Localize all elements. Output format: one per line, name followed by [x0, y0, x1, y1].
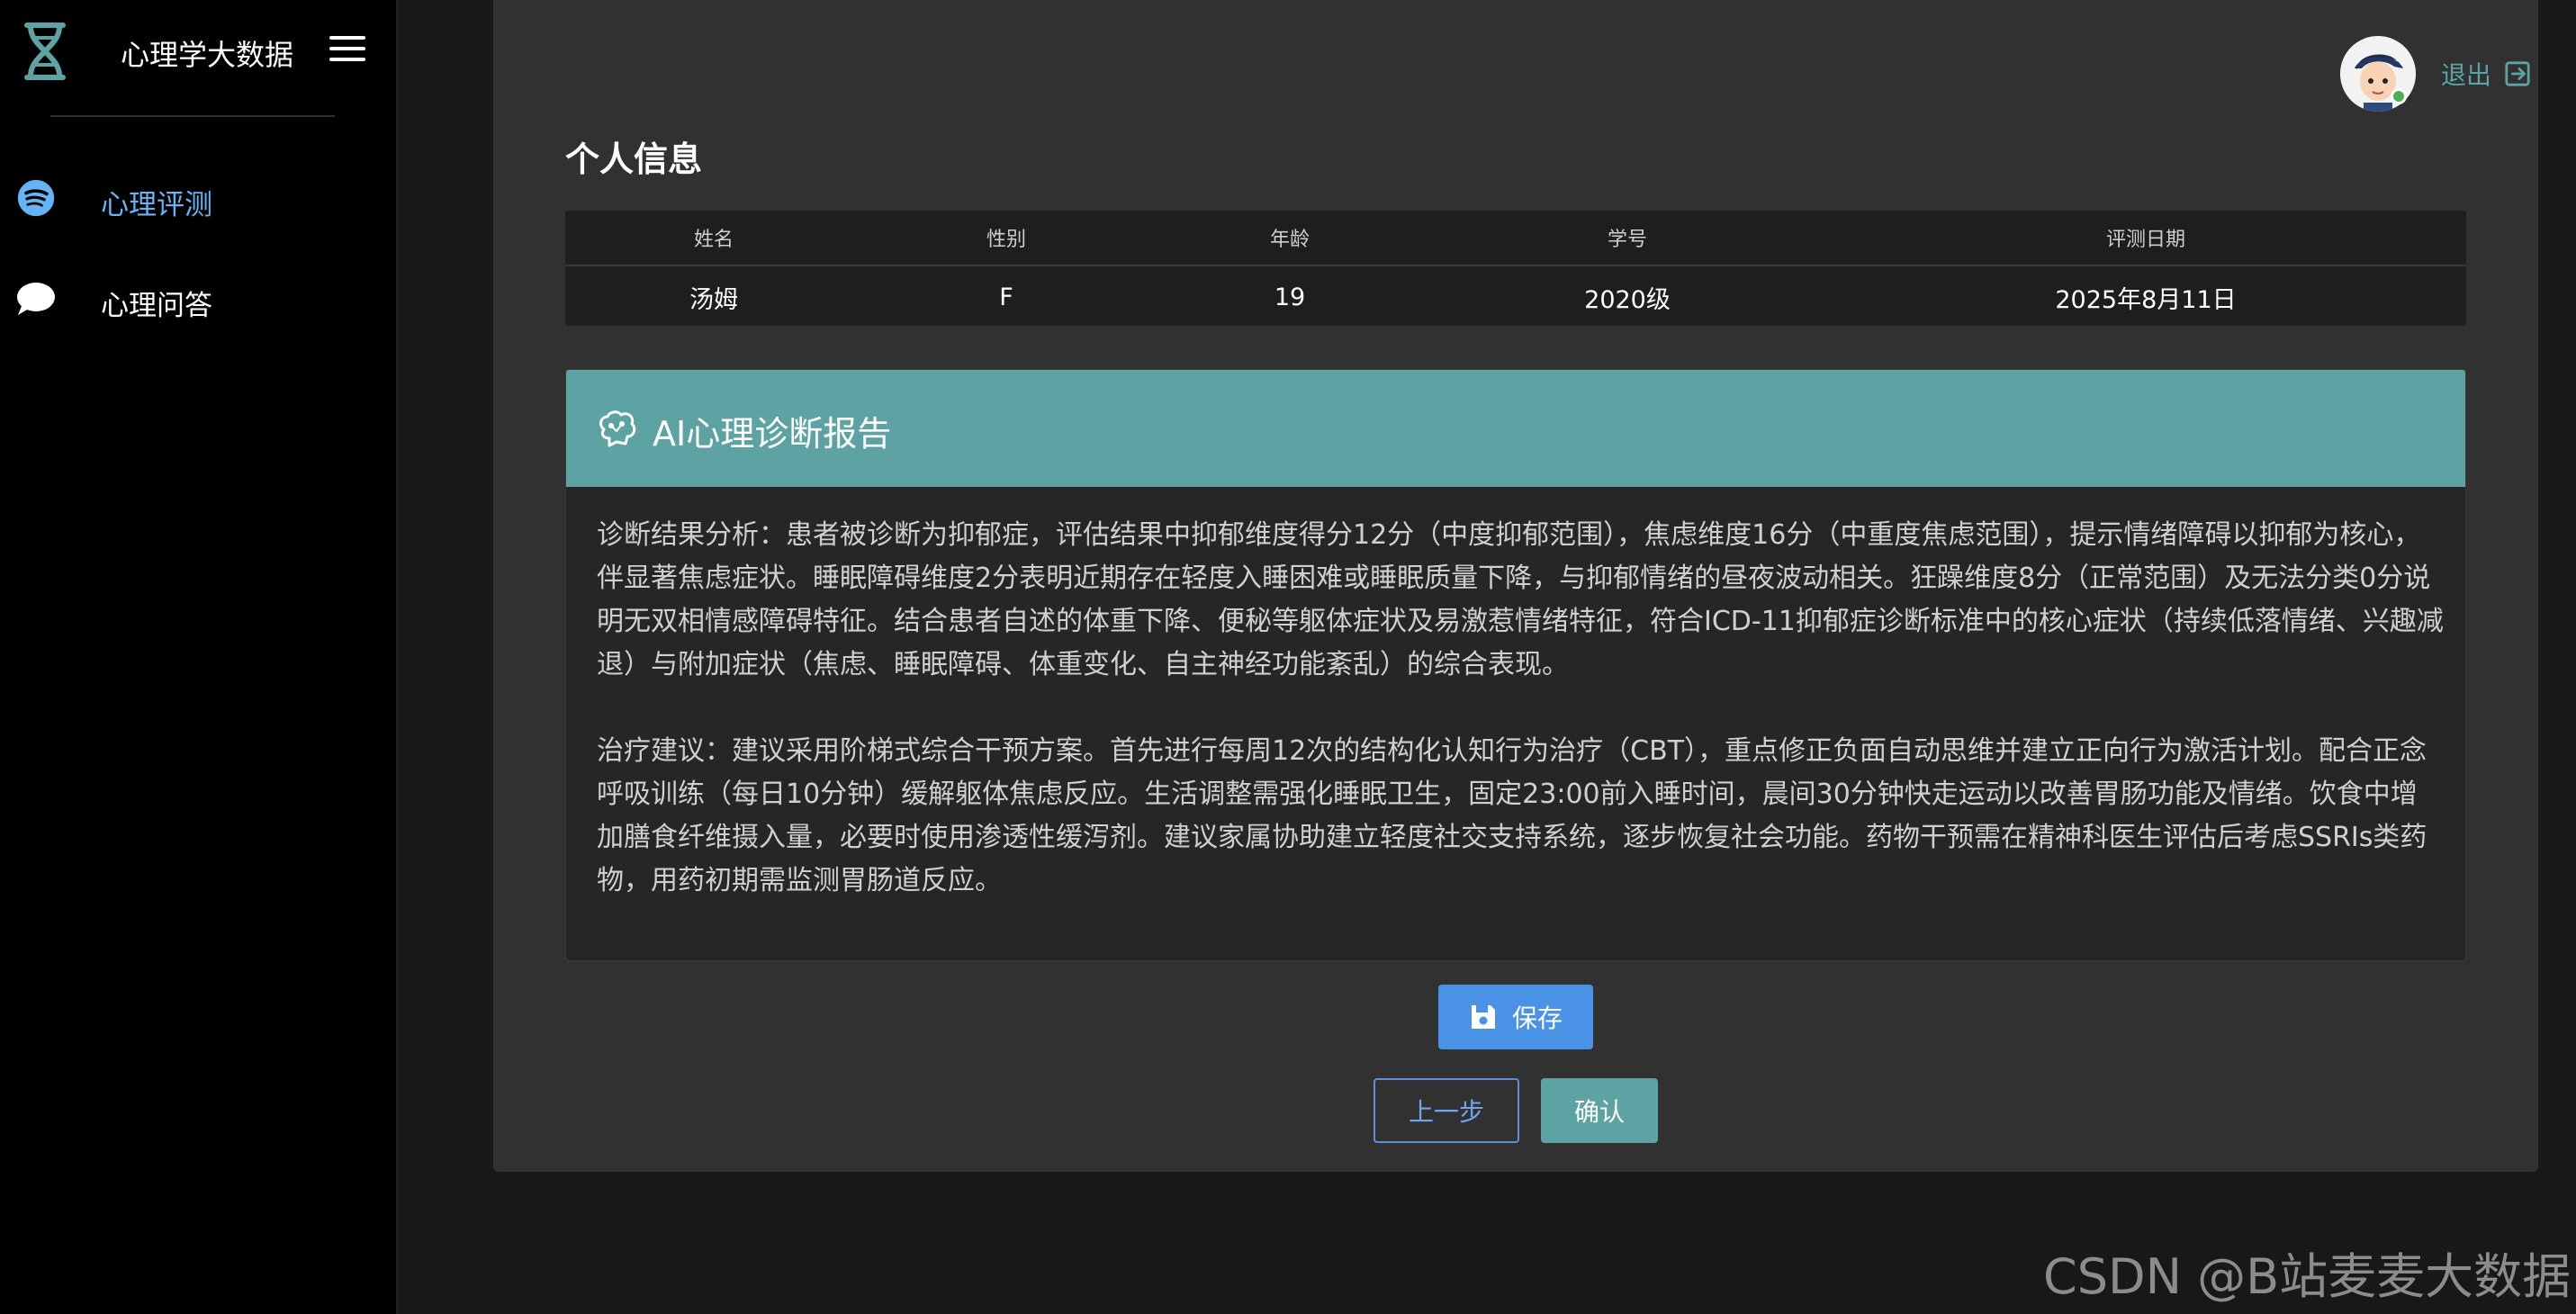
table-cell-name: 汤姆: [689, 285, 738, 314]
menu-line: [329, 47, 365, 50]
brand: 心理学大数据: [0, 0, 398, 106]
section-title-personal-info: 个人信息: [565, 140, 703, 179]
table-cell-date: 2025年8月11日: [2055, 285, 2237, 314]
watermark-text: CSDN @B站麦麦大数据: [2043, 1248, 2571, 1305]
sidebar-item-qa[interactable]: 心理问答: [0, 263, 398, 335]
logout-icon: [2505, 61, 2530, 86]
table-cell-gender: F: [999, 283, 1013, 311]
column-header: 姓名: [693, 229, 734, 251]
table-row: 汤姆 F 19 2020级 2025年8月11日: [565, 268, 2466, 326]
column-header: 性别: [986, 229, 1026, 251]
previous-step-button[interactable]: 上一步: [1374, 1078, 1519, 1143]
brand-title: 心理学大数据: [121, 38, 294, 72]
table-cell-age: 19: [1274, 283, 1306, 311]
save-label: 保存: [1511, 1004, 1563, 1033]
floppy-disk-icon: [1471, 1005, 1495, 1029]
report-paragraph-diagnosis: 诊断结果分析：患者被诊断为抑郁症，评估结果中抑郁维度得分12分（中度抑郁范围），…: [597, 519, 2444, 680]
column-header: 评测日期: [2105, 229, 2185, 251]
ai-report-card: AI心理诊断报告 诊断结果分析：患者被诊断为抑郁症，评估结果中抑郁维度得分12分…: [565, 369, 2466, 961]
online-status-dot: [2391, 88, 2407, 104]
save-button[interactable]: 保存: [1438, 985, 1593, 1049]
report-paragraph-treatment: 治疗建议：建议采用阶梯式综合干预方案。首先进行每周12次的结构化认知行为治疗（C…: [597, 735, 2427, 896]
table-header-row: 姓名 性别 年龄 学号 评测日期: [565, 211, 2466, 266]
logout-button[interactable]: 退出: [2441, 56, 2531, 92]
chat-bubble-icon: [17, 283, 55, 315]
menu-toggle-icon[interactable]: [329, 36, 365, 67]
sidebar: 心理学大数据 心理评测 心理问答: [0, 0, 398, 1314]
column-header: 年龄: [1269, 229, 1310, 251]
app-root: 心理学大数据 心理评测 心理问答 退出 个人信息 姓名 性别 年龄 学号 评测日…: [0, 0, 2576, 1314]
report-title: AI心理诊断报告: [653, 414, 892, 454]
report-header: AI心理诊断报告: [566, 370, 2465, 487]
personal-info-table: 姓名 性别 年龄 学号 评测日期 汤姆 F 19 2020级 2025年8月11…: [565, 211, 2466, 326]
report-body: 诊断结果分析：患者被诊断为抑郁症，评估结果中抑郁维度得分12分（中度抑郁范围），…: [597, 514, 2444, 946]
logout-label: 退出: [2441, 60, 2492, 90]
sidebar-item-label: 心理问答: [101, 290, 212, 322]
sidebar-item-assessment[interactable]: 心理评测: [0, 162, 398, 234]
brain-icon: [599, 410, 636, 447]
column-header: 学号: [1607, 229, 1647, 251]
dna-logo-icon: [24, 22, 66, 80]
table-cell-student-id: 2020级: [1584, 285, 1671, 314]
menu-line: [329, 58, 365, 61]
sidebar-item-label: 心理评测: [101, 189, 212, 221]
menu-line: [329, 36, 365, 40]
sidebar-divider: [50, 115, 335, 117]
spotify-circle-icon: [17, 179, 55, 217]
confirm-button[interactable]: 确认: [1541, 1078, 1658, 1143]
